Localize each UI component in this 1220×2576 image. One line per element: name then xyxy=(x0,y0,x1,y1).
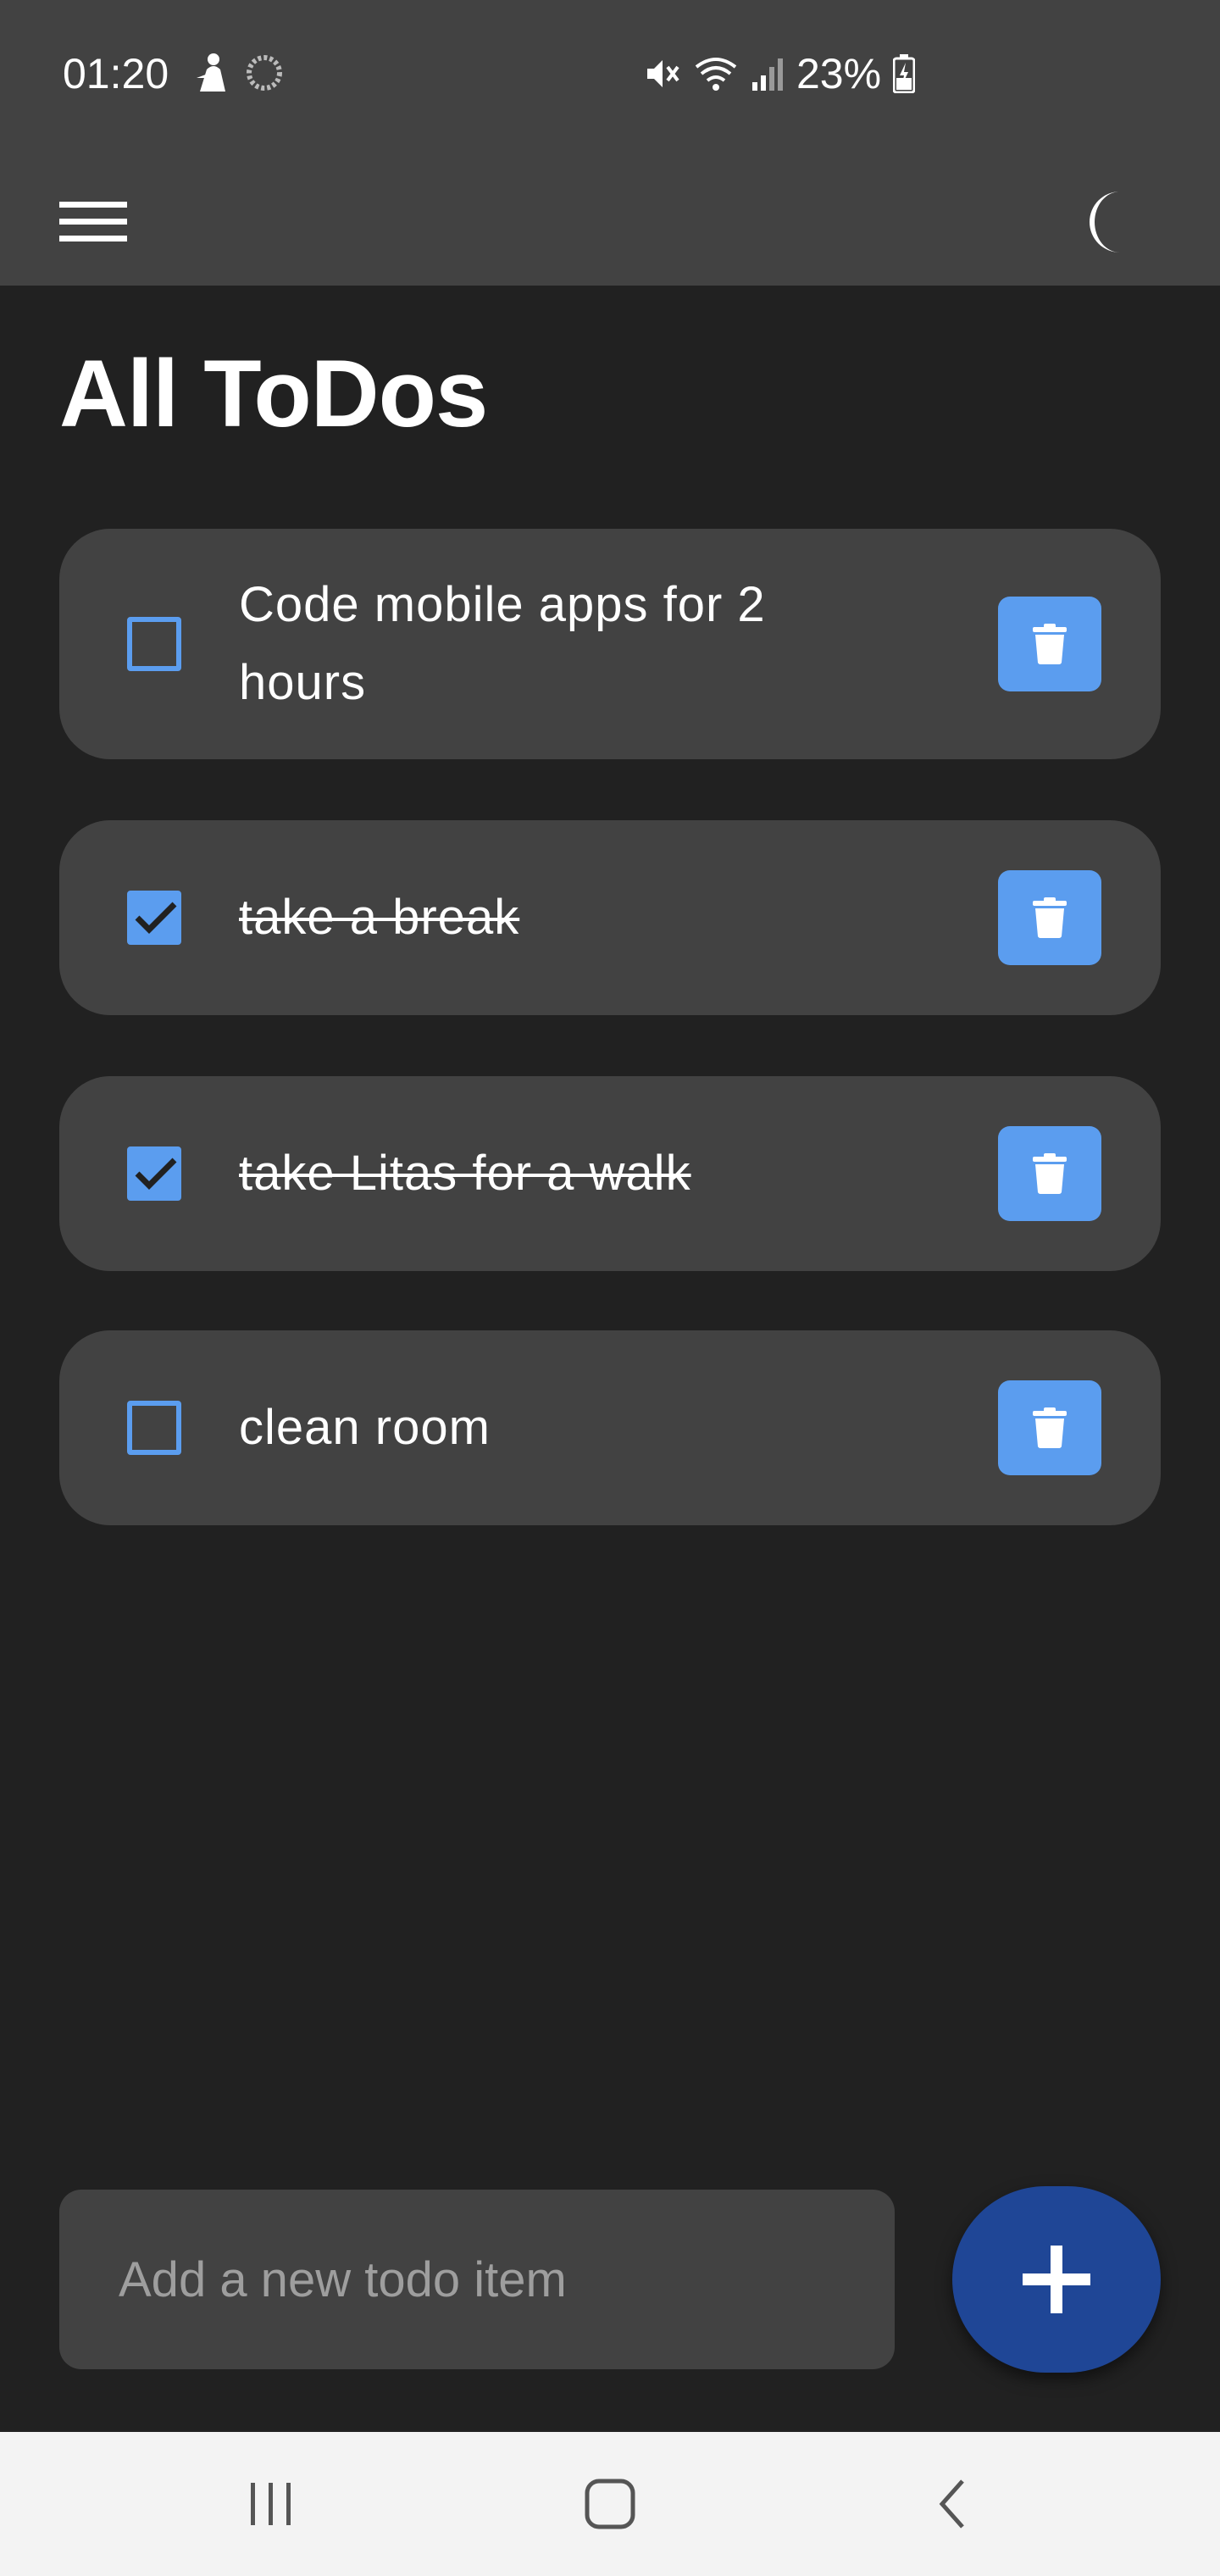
status-left-icons xyxy=(195,53,285,103)
battery-charging-icon xyxy=(893,54,916,93)
todo-checkbox-checked[interactable] xyxy=(127,1146,181,1201)
delete-button[interactable] xyxy=(998,1126,1101,1221)
todo-text: take a break xyxy=(239,890,520,945)
trash-icon xyxy=(1033,1153,1067,1194)
theme-toggle-button[interactable] xyxy=(1059,175,1152,269)
status-bar: 01:20 23% xyxy=(0,0,1220,146)
status-right: 23% xyxy=(644,49,916,98)
trash-icon xyxy=(1033,624,1067,664)
todo-item: clean room xyxy=(59,1330,1161,1525)
back-button[interactable] xyxy=(910,2462,995,2546)
todo-checkbox[interactable] xyxy=(127,617,181,671)
loading-icon xyxy=(244,53,285,103)
recents-icon xyxy=(251,2483,291,2525)
hamburger-menu-icon xyxy=(59,202,127,242)
todo-text: take Litas for a walk xyxy=(239,1146,691,1201)
new-todo-input[interactable] xyxy=(59,2190,895,2369)
signal-icon xyxy=(751,55,785,92)
app-bar xyxy=(0,146,1220,286)
delete-button[interactable] xyxy=(998,870,1101,965)
mute-icon xyxy=(644,55,681,92)
trash-icon xyxy=(1033,1407,1067,1448)
system-nav-bar xyxy=(0,2432,1220,2576)
home-icon xyxy=(585,2479,635,2529)
todo-text: Code mobile apps for 2 hours xyxy=(239,577,766,710)
todo-item: take Litas for a walk xyxy=(59,1076,1161,1271)
checkmark-icon xyxy=(135,1158,177,1190)
todo-item: take a break xyxy=(59,820,1161,1015)
todo-checkbox[interactable] xyxy=(127,1401,181,1455)
page-title: All ToDos xyxy=(59,341,488,447)
back-icon xyxy=(939,2479,964,2529)
checkmark-icon xyxy=(135,902,177,934)
status-time: 01:20 xyxy=(63,50,169,97)
home-button[interactable] xyxy=(568,2462,652,2546)
todo-checkbox-checked[interactable] xyxy=(127,891,181,945)
todo-text: clean room xyxy=(239,1400,491,1455)
delete-button[interactable] xyxy=(998,597,1101,691)
todo-item: Code mobile apps for 2 hours xyxy=(59,529,1161,759)
moon-icon xyxy=(1090,192,1120,253)
plus-icon xyxy=(1023,2246,1090,2313)
add-todo-button[interactable] xyxy=(952,2186,1161,2373)
todo-screen: 01:20 23% All ToDos Code mobile apps for… xyxy=(0,0,1220,2576)
trash-icon xyxy=(1033,897,1067,938)
wifi-icon xyxy=(693,55,739,92)
person-icon xyxy=(195,53,229,103)
recents-button[interactable] xyxy=(229,2462,313,2546)
battery-text: 23% xyxy=(796,50,882,97)
menu-button[interactable] xyxy=(51,180,136,264)
delete-button[interactable] xyxy=(998,1380,1101,1475)
